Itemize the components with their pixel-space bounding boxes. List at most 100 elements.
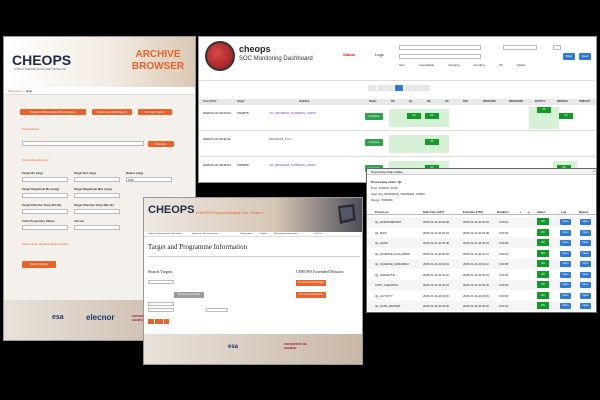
open-log-button[interactable]: Open (560, 250, 571, 257)
filter-button[interactable]: Filter (563, 53, 575, 60)
target-field-a[interactable] (148, 302, 174, 306)
temp-max-input[interactable] (74, 209, 120, 214)
open-report-button[interactable]: Open (580, 261, 591, 267)
open-log-button[interactable]: Open (560, 240, 571, 246)
tab-lc-data-query[interactable]: LC Data Query (138, 109, 172, 115)
col-ok: OK (445, 100, 449, 103)
esa-logo: esa (52, 314, 64, 321)
table-row[interactable]: 2025-01-31 09:11:52 PR100018_TG0 ... Com… (199, 131, 596, 157)
checkbox-ok[interactable]: OK (499, 63, 503, 67)
tab-status[interactable]: Status (343, 52, 355, 57)
open-report-button[interactable]: Open (580, 271, 591, 278)
limit-select[interactable] (553, 45, 561, 50)
clear-button[interactable]: Clear (579, 53, 591, 60)
page-btn[interactable] (385, 85, 394, 91)
open-log-button[interactable]: Open (560, 271, 571, 278)
temp-max-label: Target Effective Temp Max (K) (74, 203, 114, 207)
checkbox-test[interactable]: Test (399, 63, 405, 67)
open-report-button[interactable]: Open (580, 219, 591, 225)
tab-log-out[interactable]: Log Out (314, 233, 322, 235)
open-report-button[interactable]: Open (580, 229, 591, 236)
row-end-time: 2025-01-31 20:02:39 (463, 293, 489, 298)
page-btn-active[interactable] (394, 85, 403, 91)
page-btn[interactable] (412, 85, 421, 91)
cheops-mission-logo (205, 41, 235, 71)
open-report-button[interactable]: Open (580, 303, 591, 309)
row-start-time: 2025-01-31 20:02:33 (423, 283, 449, 287)
row-end-time: 2025-01-31 20:02:36 (463, 283, 489, 287)
period-input[interactable] (399, 45, 481, 50)
open-report-button[interactable]: Open (580, 282, 591, 288)
action-button[interactable] (155, 319, 163, 324)
row-duration: 0:00:03 (499, 251, 509, 256)
row-visit-link[interactable]: PR100018_TG0 ... (269, 137, 294, 141)
end-period-input[interactable] (399, 54, 481, 59)
open-log-button[interactable]: Open (560, 282, 571, 288)
page-btn[interactable] (367, 85, 376, 91)
version-select[interactable] (74, 225, 120, 230)
proposal-header-title: CHEOPS Proposal Handling Tool - Phase 2 (196, 211, 264, 215)
open-log-button[interactable]: Open (560, 219, 571, 225)
resolve-button[interactable]: Resolve (148, 141, 174, 147)
row-visit-link[interactable]: CH_PR100018_TG009401_V0200 ... (269, 163, 319, 167)
row-target: TOI2575 (237, 111, 249, 115)
status-filter-select[interactable] (503, 45, 537, 50)
tab-target-programme-info[interactable]: Target and Programme Information (148, 233, 182, 235)
version-label: Version (74, 219, 85, 223)
open-log-button[interactable]: Open (560, 229, 571, 236)
list-all-programmes-button[interactable]: List of all programmes (296, 292, 326, 298)
row-visit-link[interactable]: CH_PR100001_TG029501_V0200 ... (269, 111, 319, 115)
list-extended-targets-button[interactable]: List of Extended Targets (296, 280, 326, 286)
row-start-time: 2025-01-31 20:02:34 (423, 262, 449, 266)
tab-logs[interactable]: Logs (375, 52, 384, 57)
temp-min-input[interactable] (22, 209, 68, 214)
open-log-button[interactable]: Open (560, 261, 571, 267)
status-complete-button[interactable]: Complete (365, 113, 383, 120)
page-title: Target and Programme Information (148, 243, 248, 251)
table-row[interactable]: 2025-01-31 09:23:04 TOI2575 CH_PR100001_… (199, 105, 596, 131)
checkbox-failed[interactable]: Failed (517, 63, 525, 67)
open-report-button[interactable]: Open (580, 292, 591, 299)
mag-max-input[interactable] (74, 193, 120, 198)
checkbox-unavailable[interactable]: Unavailable (419, 63, 435, 67)
open-log-button[interactable]: Open (560, 303, 571, 309)
close-icon[interactable]: × (593, 169, 595, 173)
page-btn[interactable] (421, 85, 430, 91)
row-processor: QL_BIAS (375, 230, 387, 235)
divider (148, 256, 360, 257)
page-btn[interactable] (376, 85, 385, 91)
page-btn[interactable] (403, 85, 412, 91)
tab-target-observation-query[interactable]: Target & Observation Based Query (20, 109, 86, 115)
status-complete-button[interactable]: Complete (365, 139, 383, 146)
row-target: TOI5099 (237, 163, 249, 167)
proposal-tool-window: CHEOPS CHEOPS Proposal Handling Tool - P… (143, 197, 363, 365)
tab-programmes[interactable]: Programmes (240, 233, 253, 235)
checkbox-ongoing[interactable]: Ongoing (448, 63, 459, 67)
row-processor: QL_ACTIVITY (375, 293, 393, 298)
dec-input[interactable] (74, 177, 120, 182)
mag-min-input[interactable] (22, 193, 68, 198)
ra-input[interactable] (22, 177, 68, 182)
search-input[interactable] (148, 280, 174, 284)
tab-exposure-time[interactable]: Exposure Time Information (192, 233, 218, 235)
submit-query-button[interactable]: Submit Query (22, 261, 56, 268)
open-report-button[interactable]: Open (580, 240, 591, 246)
nav-data-query[interactable]: Data Query (8, 89, 23, 93)
proprietary-select[interactable] (22, 225, 68, 230)
target-name-input[interactable] (22, 141, 144, 146)
checkbox-pending[interactable]: Pending (474, 63, 485, 67)
action-button[interactable] (164, 319, 169, 324)
tab-reference-data-query[interactable]: Reference Data Query (92, 109, 132, 115)
nav-help[interactable]: Help (26, 89, 32, 93)
tab-targets[interactable]: Targets (260, 233, 267, 235)
radius-input[interactable]: 0.01 (126, 177, 172, 182)
tab-my-proposal[interactable]: My proposal information (274, 233, 297, 235)
col-duration: Duration (497, 210, 509, 214)
action-button[interactable] (148, 319, 154, 324)
process-submit-button[interactable]: Process and Submit (174, 292, 204, 298)
target-field-c[interactable] (206, 308, 228, 312)
observation-query-toggle[interactable]: Observation Request Based Query (22, 242, 69, 246)
open-report-button[interactable]: Open (580, 250, 591, 257)
target-field-b[interactable] (148, 308, 174, 312)
open-log-button[interactable]: Open (560, 292, 571, 299)
